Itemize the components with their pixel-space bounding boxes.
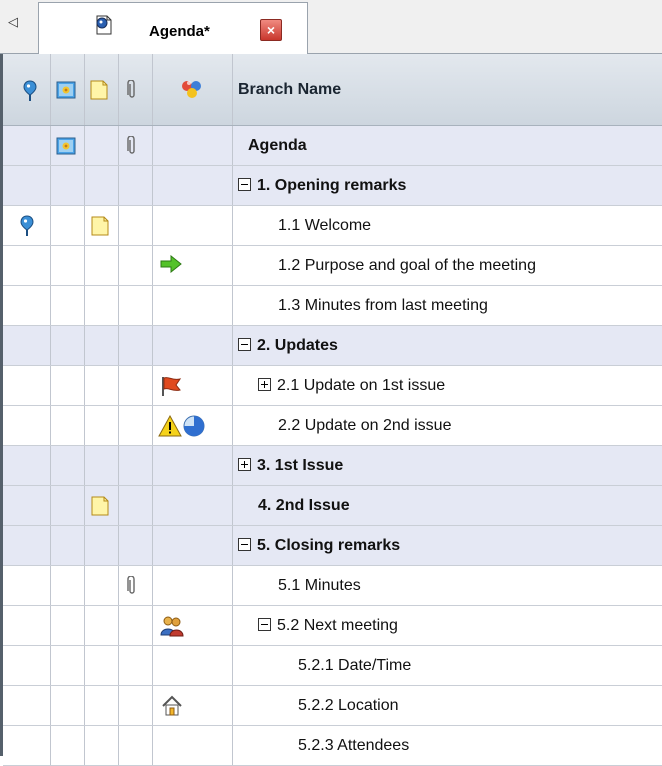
outline-grid: Branch Name Agenda 1. Opening remarks 1.1 … xyxy=(0,54,662,766)
outline-row[interactable]: 2.2 Update on 2nd issue xyxy=(3,406,662,446)
branch-label-text: 1.3 Minutes from last meeting xyxy=(278,297,488,314)
map-marker-icon[interactable] xyxy=(20,215,34,237)
note-icon[interactable] xyxy=(90,80,108,100)
branch-label[interactable]: 2. Updates xyxy=(238,326,338,366)
outline-row[interactable]: 5.2.2 Location xyxy=(3,686,662,726)
outline-row[interactable]: 5.2 Next meeting xyxy=(3,606,662,646)
branch-label-text: 5.2.2 Location xyxy=(298,697,399,714)
branch-label[interactable]: 5.2.3 Attendees xyxy=(298,726,409,766)
branch-label-text: 1. Opening remarks xyxy=(257,177,407,194)
collapse-icon[interactable] xyxy=(238,337,251,351)
tab-scroll-left-button[interactable]: ◁ xyxy=(8,14,18,30)
outline-row[interactable]: 5. Closing remarks xyxy=(3,526,662,566)
document-icon xyxy=(96,15,112,35)
branch-label[interactable]: 1.3 Minutes from last meeting xyxy=(278,286,488,326)
collapse-icon[interactable] xyxy=(238,177,251,191)
branch-label[interactable]: Agenda xyxy=(248,126,307,166)
branch-label-text: 2. Updates xyxy=(257,337,338,354)
outline-row[interactable]: 2. Updates xyxy=(3,326,662,366)
branch-label[interactable]: 1. Opening remarks xyxy=(238,166,406,206)
tab-title: Agenda* xyxy=(149,23,210,40)
branch-name-column-header[interactable]: Branch Name xyxy=(238,54,341,126)
branch-label-text: 5.2.1 Date/Time xyxy=(298,657,412,674)
progress-icon[interactable] xyxy=(182,415,206,437)
image-icon[interactable] xyxy=(56,137,76,155)
outline-row[interactable]: 1.3 Minutes from last meeting xyxy=(3,286,662,326)
branch-label-text: 1.1 Welcome xyxy=(278,217,372,234)
house-icon[interactable] xyxy=(161,695,183,717)
outline-row[interactable]: 3. 1st Issue xyxy=(3,446,662,486)
branch-label[interactable]: 1.1 Welcome xyxy=(278,206,371,246)
map-marker-icon[interactable] xyxy=(23,80,37,102)
outline-row[interactable]: 2.1 Update on 1st issue xyxy=(3,366,662,406)
collapse-icon[interactable] xyxy=(238,537,251,551)
branch-label-text: 5. Closing remarks xyxy=(257,537,401,554)
outline-row[interactable]: 4. 2nd Issue xyxy=(3,486,662,526)
expand-icon[interactable] xyxy=(238,457,251,471)
outline-row[interactable]: Agenda xyxy=(3,126,662,166)
flag-icon[interactable] xyxy=(160,375,182,397)
warning-icon[interactable] xyxy=(158,414,182,437)
tab-close-button[interactable]: × xyxy=(260,19,282,41)
branch-label[interactable]: 4. 2nd Issue xyxy=(258,486,350,526)
outline-row[interactable]: 1.1 Welcome xyxy=(3,206,662,246)
branch-label-text: Agenda xyxy=(248,137,307,154)
branch-label[interactable]: 5.1 Minutes xyxy=(278,566,361,606)
image-icon[interactable] xyxy=(56,81,76,99)
branch-label[interactable]: 5.2.2 Location xyxy=(298,686,399,726)
collapse-icon[interactable] xyxy=(258,617,271,631)
branch-label[interactable]: 2.2 Update on 2nd issue xyxy=(278,406,451,446)
symbols-icon[interactable] xyxy=(180,78,204,100)
branch-label-text: 5.2.3 Attendees xyxy=(298,737,410,754)
branch-label-text: 1.2 Purpose and goal of the meeting xyxy=(278,257,536,274)
branch-label[interactable]: 2.1 Update on 1st issue xyxy=(258,366,445,406)
branch-label-text: 3. 1st Issue xyxy=(257,457,344,474)
branch-label-text: 2.1 Update on 1st issue xyxy=(277,377,446,394)
note-icon[interactable] xyxy=(91,496,109,516)
paperclip-icon[interactable] xyxy=(127,80,137,100)
branch-label[interactable]: 5.2.1 Date/Time xyxy=(298,646,411,686)
branch-label-text: 4. 2nd Issue xyxy=(258,497,350,514)
paperclip-icon[interactable] xyxy=(127,135,137,156)
expand-icon[interactable] xyxy=(258,377,271,391)
branch-label[interactable]: 1.2 Purpose and goal of the meeting xyxy=(278,246,536,286)
branch-label[interactable]: 5. Closing remarks xyxy=(238,526,400,566)
branch-label-text: 2.2 Update on 2nd issue xyxy=(278,417,452,434)
branch-label[interactable]: 5.2 Next meeting xyxy=(258,606,398,646)
branch-label[interactable]: 3. 1st Issue xyxy=(238,446,343,486)
outline-row[interactable]: 1. Opening remarks xyxy=(3,166,662,206)
tab-agenda[interactable]: Agenda* × xyxy=(38,2,308,54)
paperclip-icon[interactable] xyxy=(127,575,137,596)
grid-header-row: Branch Name xyxy=(3,54,662,126)
document-tab-bar: ◁ Agenda* × xyxy=(0,0,662,54)
outline-row[interactable]: 1.2 Purpose and goal of the meeting xyxy=(3,246,662,286)
outline-row[interactable]: 5.1 Minutes xyxy=(3,566,662,606)
green-arrow-icon[interactable] xyxy=(160,254,182,274)
branch-label-text: 5.2 Next meeting xyxy=(277,617,398,634)
outline-row[interactable]: 5.2.3 Attendees xyxy=(3,726,662,766)
branch-label-text: 5.1 Minutes xyxy=(278,577,361,594)
people-icon[interactable] xyxy=(160,615,184,637)
outline-row[interactable]: 5.2.1 Date/Time xyxy=(3,646,662,686)
note-icon[interactable] xyxy=(91,216,109,236)
